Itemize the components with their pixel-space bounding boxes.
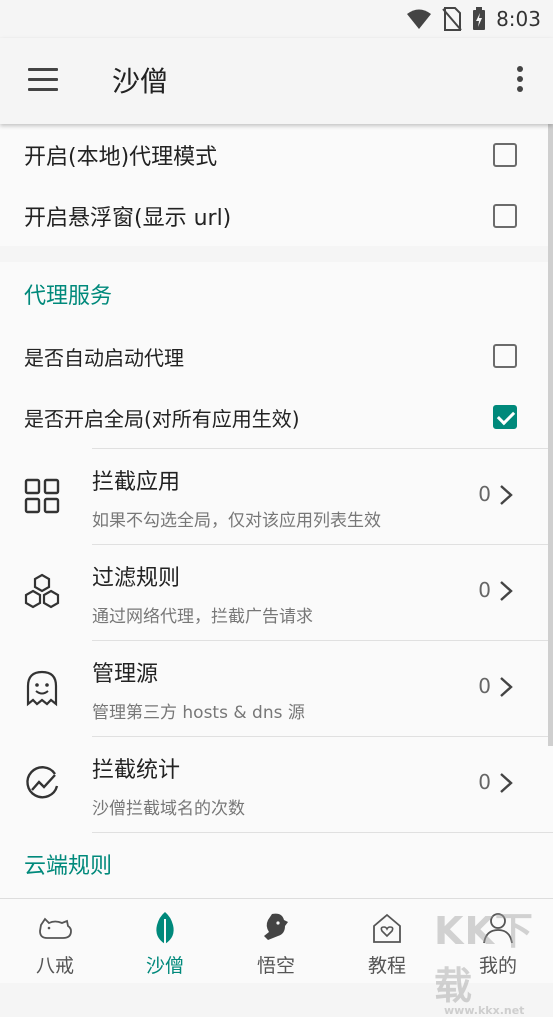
floating-window-checkbox[interactable] <box>493 203 517 228</box>
tab-wukong[interactable]: 悟空 <box>221 899 331 984</box>
person-icon <box>483 913 513 944</box>
local-settings-card: 开启(本地)代理模式 开启悬浮窗(显示 url) <box>0 124 553 246</box>
tab-shaseng[interactable]: 沙僧 <box>110 899 220 984</box>
item-subtitle: 沙僧拦截域名的次数 <box>92 799 245 819</box>
chart-trend-icon <box>26 766 59 799</box>
global-checkbox[interactable] <box>493 405 517 429</box>
tab-label: 教程 <box>367 955 406 977</box>
tab-label: 悟空 <box>256 955 295 977</box>
item-title: 管理源 <box>92 662 159 687</box>
monkey-icon <box>264 913 288 940</box>
chevron-right-icon <box>500 581 513 601</box>
hexagons-icon <box>24 573 60 609</box>
toggle-label: 是否自动启动代理 <box>24 345 184 370</box>
item-count: 0 <box>478 770 491 794</box>
home-heart-icon <box>373 913 401 943</box>
item-count: 0 <box>478 674 491 698</box>
list-item-intercept-apps[interactable]: 拦截应用 如果不勾选全局，仅对该应用列表生效 0 <box>0 448 553 544</box>
list-item-filter-rules[interactable]: 过滤规则 通过网络代理，拦截广告请求 0 <box>0 544 553 640</box>
no-sim-icon <box>442 7 462 31</box>
chevron-right-icon <box>500 485 513 505</box>
scrollbar[interactable] <box>548 40 553 746</box>
chevron-right-icon <box>500 773 513 793</box>
toggle-label: 开启(本地)代理模式 <box>24 144 218 170</box>
grid-apps-icon <box>24 478 60 514</box>
tab-label: 八戒 <box>35 955 74 977</box>
toggle-floating-window-row[interactable]: 开启悬浮窗(显示 url) <box>0 185 553 246</box>
toggle-label: 是否开启全局(对所有应用生效) <box>24 406 300 431</box>
toggle-auto-start-row[interactable]: 是否自动启动代理 <box>0 326 553 386</box>
toggle-global-row[interactable]: 是否开启全局(对所有应用生效) <box>0 386 553 448</box>
item-subtitle: 如果不勾选全局，仅对该应用列表生效 <box>92 511 381 531</box>
item-subtitle: 通过网络代理，拦截广告请求 <box>92 607 313 627</box>
section-title-cloud: 云端规则 <box>24 854 113 879</box>
item-count: 0 <box>478 482 491 506</box>
more-vert-icon[interactable] <box>517 66 525 96</box>
tab-label: 我的 <box>478 955 517 977</box>
tab-tutorial[interactable]: 教程 <box>332 899 442 984</box>
bottom-navigation: 八戒 沙僧 悟空 教程 我的 <box>0 898 553 983</box>
item-title: 拦截统计 <box>92 758 181 783</box>
toggle-label: 开启悬浮窗(显示 url) <box>24 205 232 231</box>
list-item-intercept-stats[interactable]: 拦截统计 沙僧拦截域名的次数 0 <box>0 736 553 832</box>
item-title: 拦截应用 <box>92 470 181 495</box>
ghost-icon <box>26 670 58 707</box>
status-time: 8:03 <box>496 7 541 31</box>
status-bar: 8:03 <box>0 0 553 38</box>
proxy-service-card: 代理服务 是否自动启动代理 是否开启全局(对所有应用生效) 拦截应用 如果不勾选… <box>0 262 553 898</box>
leaf-icon <box>156 912 174 944</box>
divider <box>92 832 553 833</box>
menu-icon[interactable] <box>28 68 58 92</box>
item-title: 过滤规则 <box>92 566 181 591</box>
item-subtitle: 管理第三方 hosts & dns 源 <box>92 703 305 723</box>
app-bar: 沙僧 <box>0 38 553 124</box>
toggle-local-proxy-row[interactable]: 开启(本地)代理模式 <box>0 124 553 185</box>
tab-mine[interactable]: 我的 <box>443 899 553 984</box>
tab-label: 沙僧 <box>145 955 184 977</box>
battery-charging-icon <box>473 7 486 30</box>
chevron-right-icon <box>500 677 513 697</box>
wifi-icon <box>407 9 432 29</box>
list-item-manage-sources[interactable]: 管理源 管理第三方 hosts & dns 源 0 <box>0 640 553 736</box>
item-count: 0 <box>478 578 491 602</box>
local-proxy-checkbox[interactable] <box>493 142 517 167</box>
watermark-url: www.kkx.net <box>444 1004 525 1017</box>
section-title-proxy: 代理服务 <box>24 284 113 309</box>
tab-bajie[interactable]: 八戒 <box>0 899 110 984</box>
auto-start-checkbox[interactable] <box>493 344 517 368</box>
pig-icon <box>39 917 72 939</box>
page-title: 沙僧 <box>112 65 169 98</box>
